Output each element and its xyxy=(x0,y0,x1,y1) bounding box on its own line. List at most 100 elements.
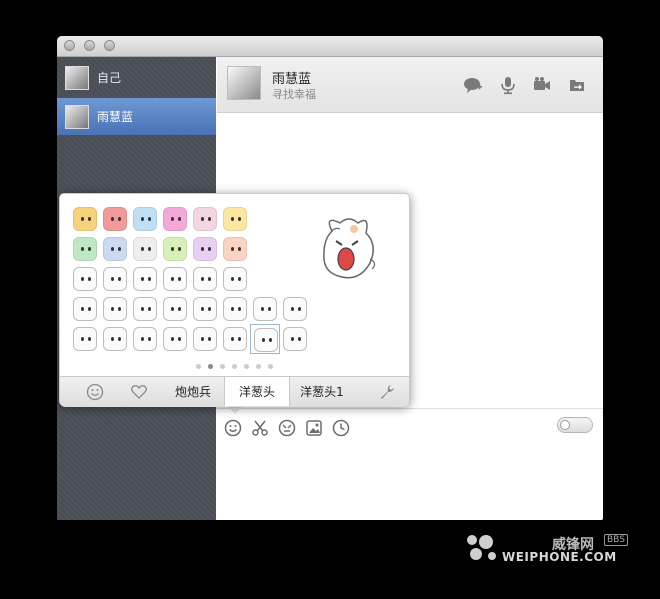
emoji-face xyxy=(163,327,187,351)
contact-name: 雨慧蓝 xyxy=(272,72,312,87)
emoji-item[interactable] xyxy=(220,264,250,294)
watermark-logo-icon xyxy=(467,535,496,560)
shake-icon[interactable] xyxy=(278,419,296,437)
emoji-item[interactable] xyxy=(130,204,160,234)
send-mode-toggle[interactable] xyxy=(557,417,593,433)
emoji-face xyxy=(103,297,127,321)
contact-status: 寻找幸福 xyxy=(272,88,316,101)
wrench-icon xyxy=(381,384,394,399)
emoji-item[interactable] xyxy=(220,204,250,234)
chat-header: 雨慧蓝 寻找幸福 xyxy=(217,57,603,113)
smiley-icon[interactable] xyxy=(224,419,242,437)
emoji-item[interactable] xyxy=(220,324,250,354)
emoji-face xyxy=(133,297,157,321)
page-dot[interactable] xyxy=(256,364,261,369)
emoji-item[interactable] xyxy=(130,324,160,354)
page-dot[interactable] xyxy=(244,364,249,369)
emoji-item[interactable] xyxy=(70,324,100,354)
emoji-face xyxy=(103,327,127,351)
contact-avatar[interactable] xyxy=(227,66,261,100)
emoji-item[interactable] xyxy=(100,324,130,354)
video-camera-icon[interactable] xyxy=(532,75,552,95)
emoji-item[interactable] xyxy=(100,294,130,324)
emoji-item[interactable] xyxy=(280,294,310,324)
emoji-face xyxy=(223,327,247,351)
emoji-item[interactable] xyxy=(160,264,190,294)
watermark-bbs: BBS xyxy=(604,534,628,546)
emoji-item[interactable] xyxy=(280,324,310,354)
emoji-item[interactable] xyxy=(130,294,160,324)
emoji-item[interactable] xyxy=(220,294,250,324)
site-watermark: 威锋网 BBS WEIPHONE.COM xyxy=(464,530,634,566)
tab-favorites[interactable] xyxy=(116,377,162,406)
scissors-icon[interactable] xyxy=(251,419,269,437)
emoji-face xyxy=(223,297,247,321)
emoji-item[interactable] xyxy=(190,234,220,264)
zoom-button[interactable] xyxy=(104,40,115,51)
page-dot[interactable] xyxy=(208,364,213,369)
title-bar xyxy=(57,36,603,57)
emoji-item[interactable] xyxy=(250,324,280,354)
emoji-panel: 炮炮兵 洋葱头 洋葱头1 xyxy=(59,193,410,407)
emoji-item[interactable] xyxy=(130,264,160,294)
emoji-face xyxy=(73,267,97,291)
emoji-face xyxy=(193,237,217,261)
contact-name: 雨慧蓝 xyxy=(97,110,134,124)
emoji-item[interactable] xyxy=(160,204,190,234)
close-button[interactable] xyxy=(64,40,75,51)
history-clock-icon[interactable] xyxy=(332,419,350,437)
emoji-item[interactable] xyxy=(220,234,250,264)
page-dot[interactable] xyxy=(268,364,273,369)
emoji-item[interactable] xyxy=(160,234,190,264)
emoji-item[interactable] xyxy=(100,264,130,294)
emoji-face xyxy=(163,267,187,291)
emoji-face xyxy=(254,328,278,352)
emoji-item[interactable] xyxy=(190,294,220,324)
tab-paopaobing[interactable]: 炮炮兵 xyxy=(166,377,220,406)
emoji-item[interactable] xyxy=(70,264,100,294)
emoji-face xyxy=(283,297,307,321)
chat-add-icon[interactable] xyxy=(463,75,483,95)
emoji-face xyxy=(133,327,157,351)
emoji-item[interactable] xyxy=(100,204,130,234)
emoji-item[interactable] xyxy=(250,294,280,324)
file-transfer-icon[interactable] xyxy=(567,75,587,95)
emoji-item[interactable] xyxy=(160,324,190,354)
emoji-face xyxy=(163,237,187,261)
emoji-item[interactable] xyxy=(160,294,190,324)
image-icon[interactable] xyxy=(305,419,323,437)
emoji-item[interactable] xyxy=(190,264,220,294)
avatar xyxy=(65,65,89,90)
emoji-face xyxy=(163,207,187,231)
page-dot[interactable] xyxy=(196,364,201,369)
smiley-icon xyxy=(86,383,104,400)
emoji-face xyxy=(103,267,127,291)
emoji-item[interactable] xyxy=(70,294,100,324)
tab-yangcongtou[interactable]: 洋葱头 xyxy=(224,377,290,406)
emoji-face xyxy=(133,207,157,231)
emoji-item[interactable] xyxy=(70,234,100,264)
tab-default-smileys[interactable] xyxy=(72,377,118,406)
emoji-face xyxy=(73,237,97,261)
emoji-face xyxy=(193,207,217,231)
emoji-item[interactable] xyxy=(130,234,160,264)
page-dot[interactable] xyxy=(232,364,237,369)
message-input-area[interactable] xyxy=(217,408,603,520)
emoji-face xyxy=(103,237,127,261)
emoji-item[interactable] xyxy=(70,204,100,234)
microphone-icon[interactable] xyxy=(498,75,518,95)
emoji-item[interactable] xyxy=(190,324,220,354)
tab-yangcongtou-1[interactable]: 洋葱头1 xyxy=(290,377,354,406)
emoji-item[interactable] xyxy=(190,204,220,234)
tab-manage[interactable] xyxy=(370,377,404,406)
contact-item-self[interactable]: 自己 xyxy=(57,59,216,96)
page-dot[interactable] xyxy=(220,364,225,369)
toggle-knob[interactable] xyxy=(560,420,570,430)
contact-item-yuhuilan[interactable]: 雨慧蓝 xyxy=(57,98,216,135)
emoji-face xyxy=(193,267,217,291)
emoji-item[interactable] xyxy=(100,234,130,264)
emoji-preview xyxy=(323,218,376,279)
minimize-button[interactable] xyxy=(84,40,95,51)
emoji-face xyxy=(73,207,97,231)
emoji-face xyxy=(193,297,217,321)
